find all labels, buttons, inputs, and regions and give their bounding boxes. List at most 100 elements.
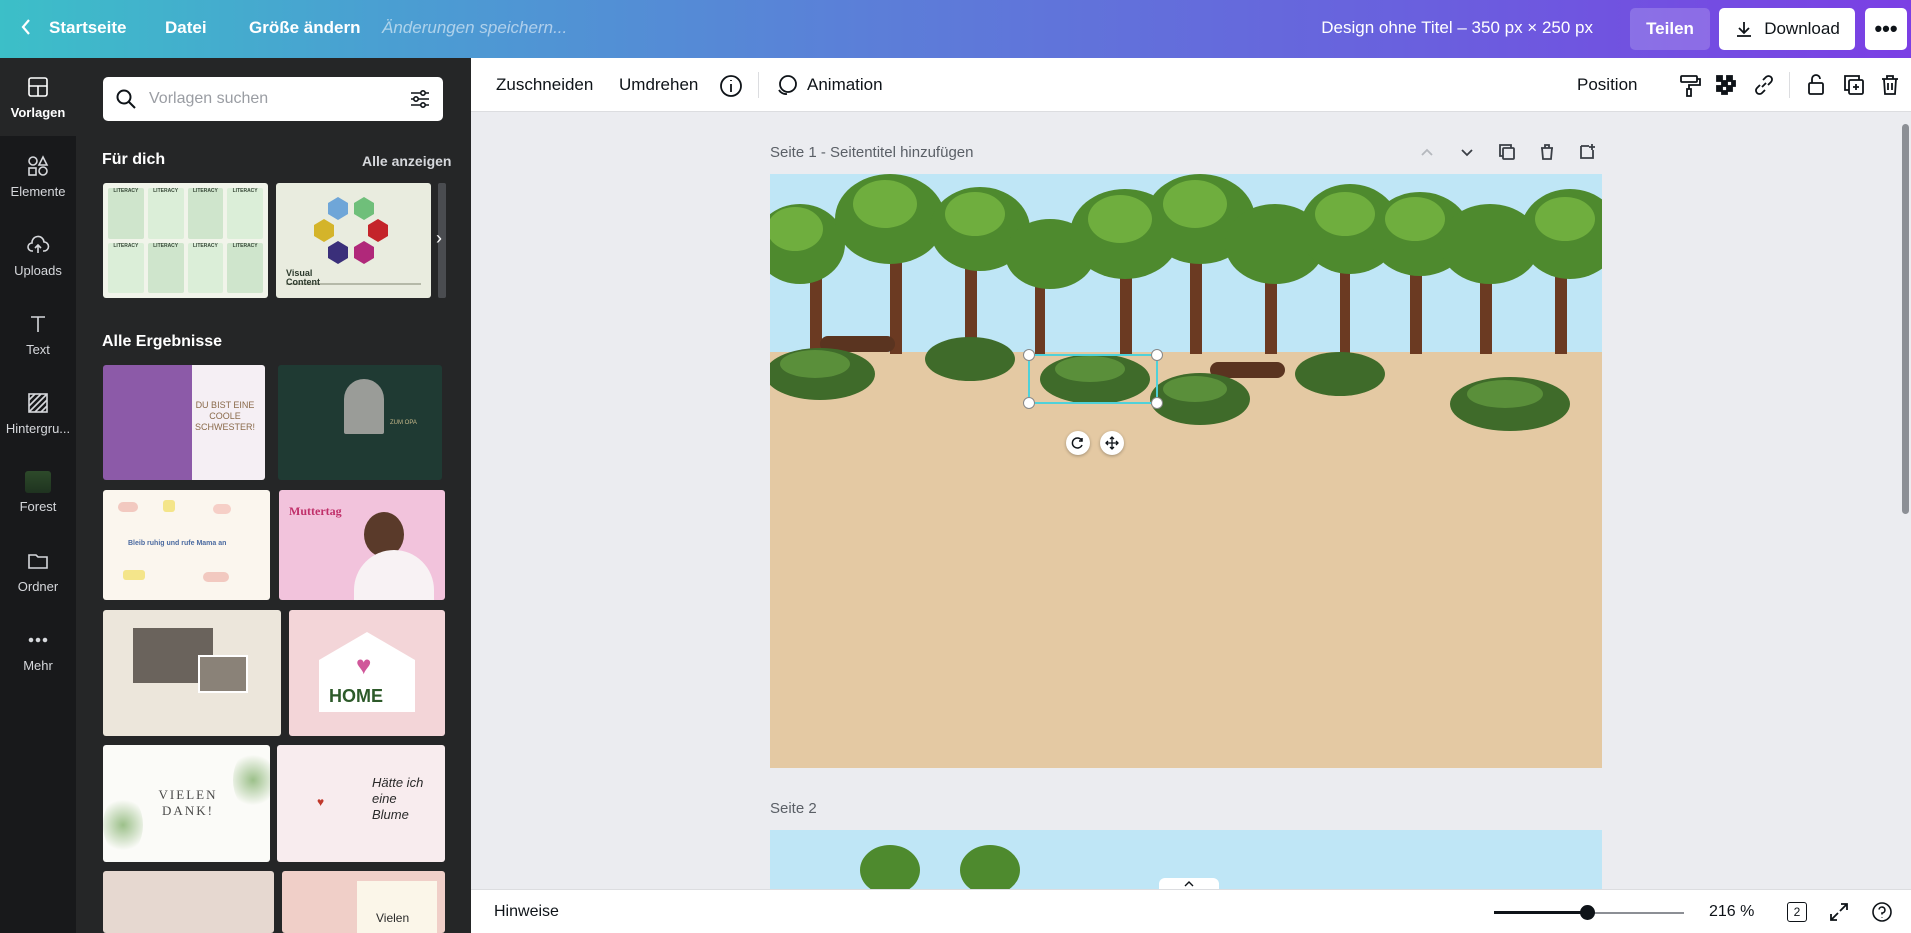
literacy-card: LITERACY bbox=[108, 188, 144, 239]
forest-illustration bbox=[770, 174, 1602, 431]
duplicate-page-icon[interactable] bbox=[1497, 142, 1517, 162]
selected-element-frame[interactable] bbox=[1023, 349, 1163, 409]
template-thumbnail-opa[interactable]: ZUM OPA bbox=[278, 365, 442, 480]
lock-icon[interactable] bbox=[1803, 72, 1829, 98]
link-icon[interactable] bbox=[1751, 72, 1777, 98]
canvas-area[interactable]: Seite 1 - Seitentitel hinzufügen Seite 2 bbox=[471, 112, 1911, 889]
template-thumbnail-bleib-ruhig[interactable]: Bleib ruhig und rufe Mama an bbox=[103, 490, 270, 600]
vertical-scrollbar[interactable] bbox=[1900, 112, 1911, 889]
chevron-up-icon[interactable] bbox=[1417, 142, 1437, 162]
zoom-slider-fill bbox=[1494, 911, 1588, 914]
literacy-card: LITERACY bbox=[108, 242, 144, 293]
page-1-label[interactable]: Seite 1 - Seitentitel hinzufügen bbox=[770, 144, 973, 161]
paint-roller-icon[interactable] bbox=[1677, 72, 1703, 98]
carousel-next-chevron-icon[interactable]: › bbox=[436, 228, 442, 249]
show-pages-chevron-up-icon[interactable] bbox=[1159, 878, 1219, 889]
template-thumbnail-vielen-dank[interactable]: VIELEN DANK! bbox=[103, 745, 270, 862]
delete-page-icon[interactable] bbox=[1537, 142, 1557, 162]
help-icon[interactable] bbox=[1871, 901, 1893, 928]
zoom-slider-knob[interactable] bbox=[1580, 905, 1596, 920]
vielen-text: Vielen bbox=[376, 911, 410, 925]
rail-item-elements[interactable]: Elemente bbox=[0, 137, 76, 215]
resize-handle[interactable] bbox=[1023, 349, 1035, 361]
position-button[interactable]: Position bbox=[1577, 75, 1637, 95]
animation-icon[interactable] bbox=[773, 72, 799, 98]
template-thumbnail-partial-1[interactable] bbox=[103, 871, 274, 933]
literacy-card: LITERACY bbox=[187, 188, 224, 239]
forest-thumbnail-icon bbox=[25, 470, 51, 493]
folder-icon bbox=[28, 553, 48, 569]
rail-item-templates[interactable]: Vorlagen bbox=[0, 58, 76, 136]
rail-item-more[interactable]: Mehr bbox=[0, 611, 76, 689]
add-page-icon[interactable] bbox=[1577, 142, 1597, 162]
trash-icon[interactable] bbox=[1877, 72, 1903, 98]
duplicate-icon[interactable] bbox=[1841, 72, 1867, 98]
rail-item-forest[interactable]: Forest bbox=[0, 453, 76, 531]
opa-text: ZUM OPA bbox=[390, 420, 417, 426]
template-search-input[interactable]: Vorlagen suchen bbox=[103, 77, 443, 121]
share-button[interactable]: Teilen bbox=[1630, 8, 1710, 50]
fullscreen-icon[interactable] bbox=[1828, 901, 1850, 928]
template-thumbnail-muttertag[interactable]: Muttertag bbox=[279, 490, 445, 600]
all-results-heading: Alle Ergebnisse bbox=[102, 333, 223, 350]
rail-label: Uploads bbox=[14, 262, 62, 278]
text-icon bbox=[31, 315, 45, 332]
search-icon bbox=[116, 89, 136, 109]
search-placeholder: Vorlagen suchen bbox=[149, 90, 269, 107]
rotate-handle-icon[interactable] bbox=[1066, 431, 1090, 455]
template-thumbnail-photo-collage[interactable] bbox=[103, 610, 281, 736]
muttertag-text: Muttertag bbox=[289, 504, 342, 518]
page-count-button[interactable]: 2 bbox=[1787, 902, 1807, 922]
template-thumbnail-schwester[interactable]: DU BIST EINE COOLE SCHWESTER! bbox=[103, 365, 265, 480]
cloud-upload-icon bbox=[27, 235, 50, 253]
show-all-link[interactable]: Alle anzeigen bbox=[362, 153, 451, 169]
move-handle-icon[interactable] bbox=[1100, 431, 1124, 455]
rail-item-background[interactable]: Hintergru... bbox=[0, 374, 76, 452]
zoom-value[interactable]: 216 % bbox=[1709, 903, 1754, 921]
rail-item-folder[interactable]: Ordner bbox=[0, 532, 76, 610]
rail-label: Forest bbox=[19, 498, 57, 514]
literacy-card: LITERACY bbox=[147, 242, 184, 293]
hints-button[interactable]: Hinweise bbox=[494, 903, 559, 921]
flip-button[interactable]: Umdrehen bbox=[619, 75, 698, 95]
template-thumbnail-haette-blume[interactable]: Hätte ich eine Blume ♥ bbox=[277, 745, 445, 862]
rail-label: Hintergru... bbox=[5, 420, 71, 436]
animation-button[interactable]: Animation bbox=[807, 75, 883, 95]
templates-icon bbox=[28, 76, 48, 97]
background-icon bbox=[28, 392, 48, 413]
save-status: Änderungen speichern... bbox=[382, 18, 568, 37]
page-2-label[interactable]: Seite 2 bbox=[770, 800, 817, 817]
chevron-down-icon[interactable] bbox=[1457, 142, 1477, 162]
literacy-card: LITERACY bbox=[227, 188, 263, 239]
back-chevron-icon[interactable] bbox=[20, 18, 32, 41]
crop-button[interactable]: Zuschneiden bbox=[496, 75, 593, 95]
resize-button[interactable]: Größe ändern bbox=[249, 18, 360, 38]
info-icon[interactable] bbox=[718, 73, 744, 99]
literacy-card: LITERACY bbox=[187, 242, 224, 293]
download-icon bbox=[1737, 22, 1752, 37]
schwester-text: DU BIST EINE COOLE SCHWESTER! bbox=[195, 400, 256, 432]
design-title[interactable]: Design ohne Titel – 350 px × 250 px bbox=[1321, 18, 1593, 38]
rail-item-text[interactable]: Text bbox=[0, 295, 76, 373]
scrollbar-thumb[interactable] bbox=[1902, 124, 1909, 514]
resize-handle[interactable] bbox=[1151, 397, 1163, 409]
template-thumbnail-literacy[interactable]: LITERACY LITERACY LITERACY LITERACY LITE… bbox=[103, 183, 268, 298]
template-thumbnail-home[interactable]: ♥ HOME bbox=[289, 610, 445, 736]
visual-content-text: Visual Content bbox=[286, 268, 320, 287]
page-1[interactable] bbox=[770, 174, 1602, 768]
transparency-icon[interactable] bbox=[1713, 72, 1739, 98]
literacy-card: LITERACY bbox=[147, 188, 184, 239]
template-thumbnail-partial-2[interactable]: Vielen bbox=[282, 871, 445, 933]
home-link[interactable]: Startseite bbox=[49, 18, 126, 38]
resize-handle[interactable] bbox=[1151, 349, 1163, 361]
template-thumbnail-visual-content[interactable]: Visual Content bbox=[276, 183, 431, 298]
literacy-card: LITERACY bbox=[227, 242, 263, 293]
resize-handle[interactable] bbox=[1023, 397, 1035, 409]
rail-item-uploads[interactable]: Uploads bbox=[0, 216, 76, 294]
download-button[interactable]: Download bbox=[1719, 8, 1855, 50]
more-options-button[interactable]: ••• bbox=[1865, 8, 1907, 50]
home-text: HOME bbox=[329, 686, 383, 706]
filter-sliders-icon[interactable] bbox=[409, 88, 431, 110]
file-menu[interactable]: Datei bbox=[165, 18, 207, 38]
context-toolbar: Zuschneiden Umdrehen Animation Position bbox=[471, 58, 1911, 112]
